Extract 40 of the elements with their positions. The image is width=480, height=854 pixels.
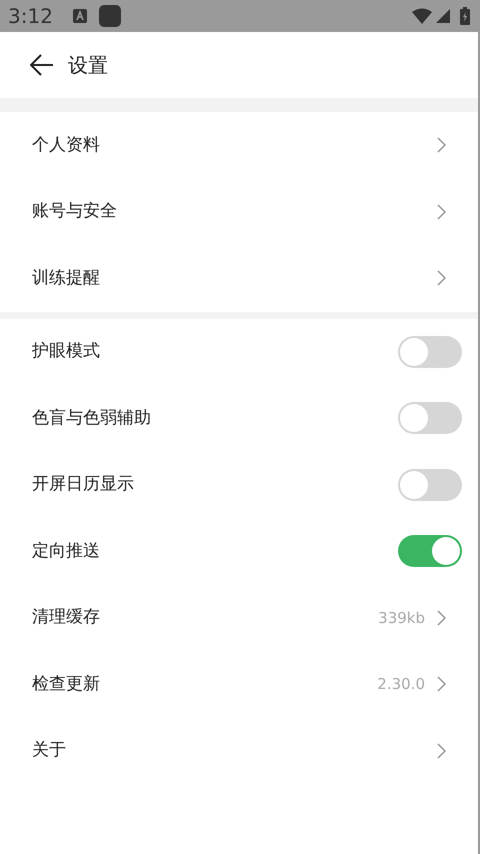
row-label: 检查更新 bbox=[32, 672, 101, 696]
row-label: 护眼模式 bbox=[32, 340, 101, 363]
settings-row[interactable]: 训练提醒 bbox=[0, 245, 478, 312]
settings-row[interactable]: 开屏日历显示 bbox=[0, 452, 478, 518]
toggle-switch[interactable] bbox=[398, 535, 462, 568]
chevron-right-icon bbox=[437, 610, 446, 626]
row-label: 色盲与色弱辅助 bbox=[32, 406, 152, 430]
toggle-switch[interactable] bbox=[398, 402, 462, 434]
settings-row[interactable]: 色盲与色弱辅助 bbox=[0, 385, 478, 452]
back-arrow-icon[interactable] bbox=[30, 54, 54, 76]
row-label: 个人资料 bbox=[32, 134, 101, 156]
settings-row[interactable]: 检查更新 2.30.0 bbox=[0, 651, 478, 718]
settings-row[interactable]: 个人资料 bbox=[0, 112, 478, 178]
chevron-right-icon bbox=[437, 204, 446, 220]
chevron-right-icon bbox=[437, 270, 446, 286]
row-label: 开屏日历显示 bbox=[32, 473, 135, 496]
settings-row[interactable]: 定向推送 bbox=[0, 518, 478, 584]
settings-row[interactable]: 关于 bbox=[0, 718, 478, 784]
row-value: 339kb bbox=[378, 608, 425, 628]
toggle-switch[interactable] bbox=[398, 336, 462, 368]
chevron-right-icon bbox=[437, 742, 446, 759]
row-value: 2.30.0 bbox=[377, 674, 425, 695]
chevron-right-icon bbox=[437, 676, 446, 692]
settings-row[interactable]: 清理缓存 339kb bbox=[0, 584, 478, 651]
app-icon bbox=[98, 5, 121, 27]
row-label: 训练提醒 bbox=[32, 266, 101, 290]
wifi-icon bbox=[412, 8, 432, 24]
row-label: 账号与安全 bbox=[32, 200, 118, 223]
row-label: 清理缓存 bbox=[32, 606, 101, 629]
battery-icon bbox=[460, 7, 470, 25]
settings-row[interactable]: 账号与安全 bbox=[0, 178, 478, 245]
toggle-switch[interactable] bbox=[398, 468, 462, 501]
signal-icon bbox=[436, 9, 450, 23]
page-title: 设置 bbox=[68, 52, 108, 79]
status-time: 3:12 bbox=[8, 3, 53, 30]
settings-row[interactable]: 护眼模式 bbox=[0, 318, 478, 385]
row-label: 定向推送 bbox=[32, 540, 101, 562]
row-label: 关于 bbox=[32, 739, 67, 762]
chevron-right-icon bbox=[437, 137, 446, 154]
notification-icon bbox=[72, 9, 87, 23]
